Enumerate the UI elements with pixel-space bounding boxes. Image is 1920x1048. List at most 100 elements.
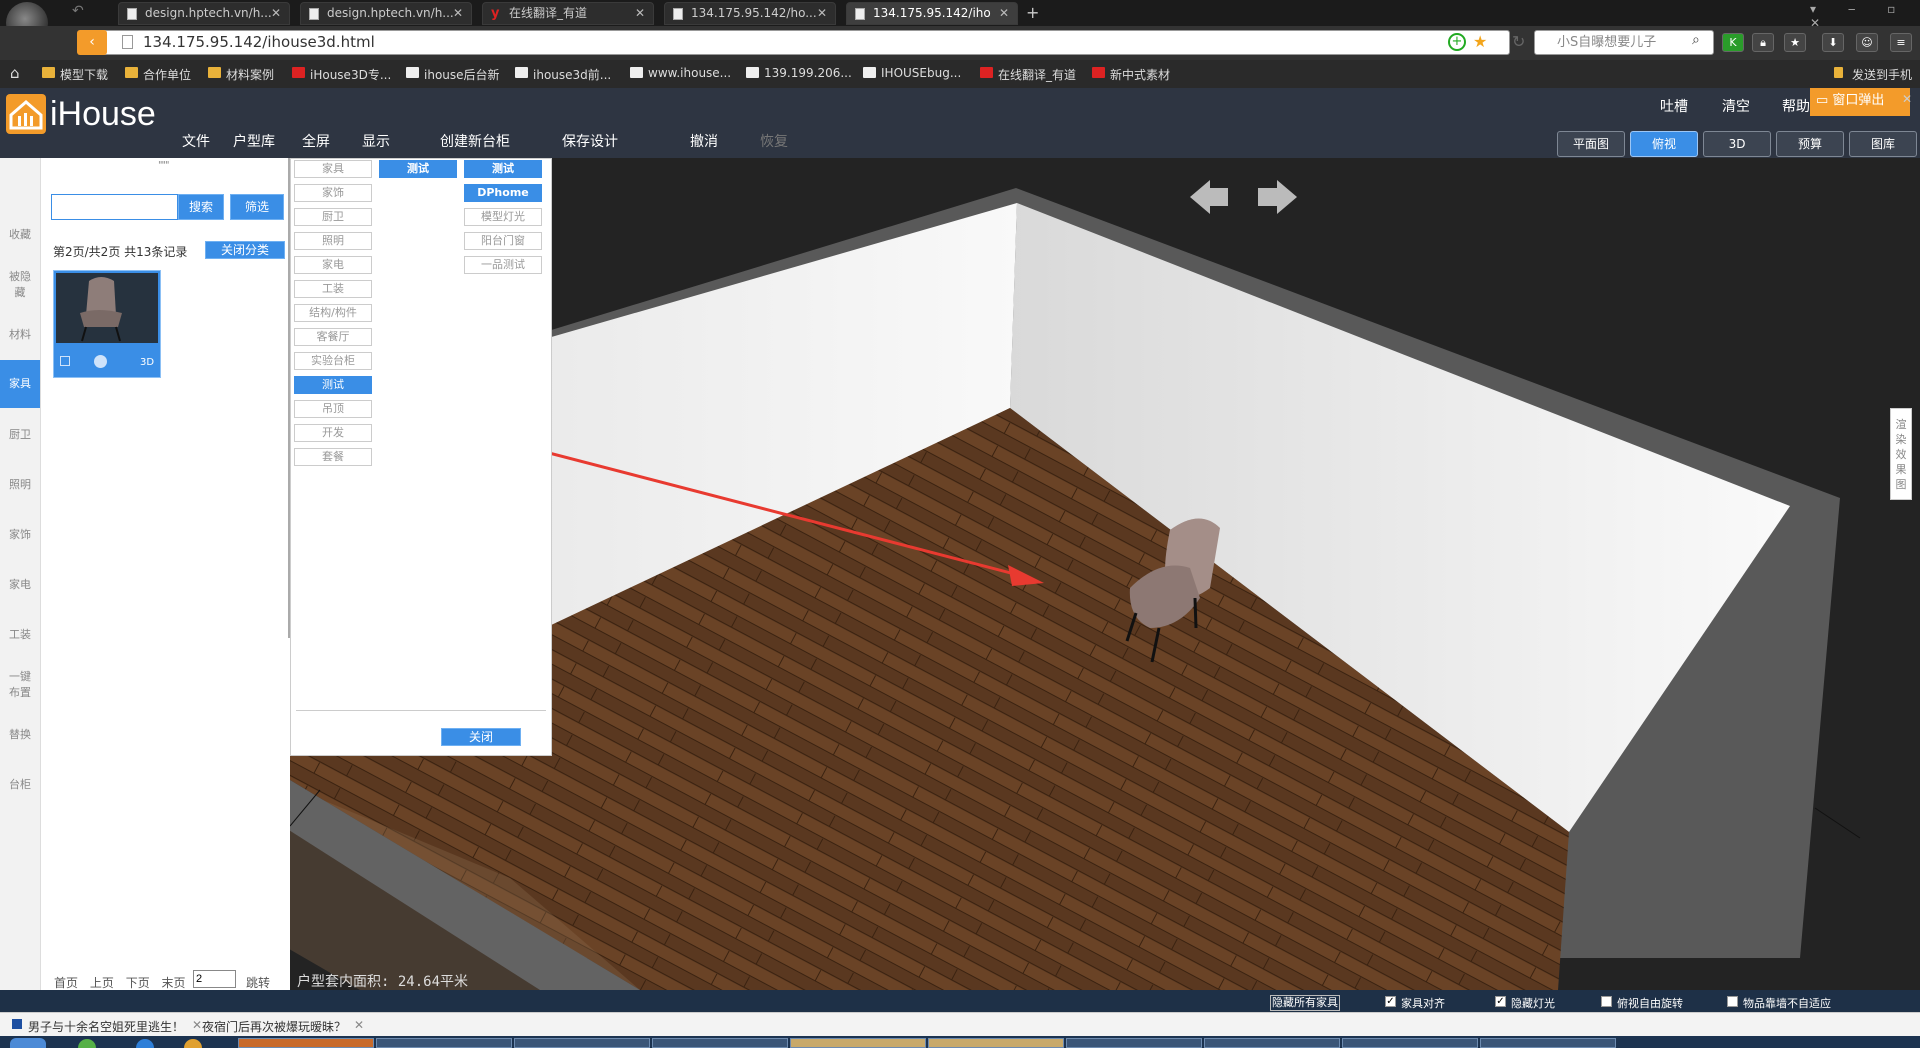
home-icon[interactable]: ⌂	[10, 64, 20, 82]
category-tooling[interactable]: 工装	[294, 280, 372, 298]
tab-budget[interactable]: 预算	[1776, 131, 1844, 157]
category-package[interactable]: 套餐	[294, 448, 372, 466]
menu-undo[interactable]: 撤消	[690, 131, 718, 151]
taskbar-window[interactable]	[1066, 1038, 1202, 1048]
close-popup-button[interactable]: 关闭	[441, 728, 521, 746]
sidebar-item-tooling[interactable]: 工装	[0, 626, 40, 642]
pager-first[interactable]: 首页	[54, 976, 78, 990]
bookmark-item[interactable]: ihouse3d前...	[515, 66, 611, 83]
close-tab-icon[interactable]: ✕	[453, 3, 463, 24]
category-structure[interactable]: 结构/构件	[294, 304, 372, 322]
tab-topview[interactable]: 俯视	[1630, 131, 1698, 157]
taskbar-window[interactable]	[790, 1038, 926, 1048]
close-tab-icon[interactable]: ✕	[999, 3, 1009, 24]
bookmark-item[interactable]: iHouse3D专...	[292, 66, 391, 83]
close-icon[interactable]: ✕	[192, 1018, 202, 1032]
window-popup-button[interactable]: ▭ 窗口弹出	[1810, 88, 1910, 116]
download-icon[interactable]: ⬇	[1822, 33, 1844, 52]
browser-tab[interactable]: design.hptech.vn/h... ✕	[300, 2, 472, 25]
subcategory-model-light[interactable]: 模型灯光	[464, 208, 542, 226]
lock-icon[interactable]: 🔒︎	[1752, 33, 1774, 52]
subcategory-yipin-test[interactable]: 一品测试	[464, 256, 542, 274]
category-ceiling[interactable]: 吊顶	[294, 400, 372, 418]
taskbar-window[interactable]	[1204, 1038, 1340, 1048]
category-furniture[interactable]: 家具	[294, 160, 372, 178]
rotate-left-arrow-tail[interactable]	[1208, 188, 1228, 206]
browser-tab[interactable]: design.hptech.vn/h... ✕	[118, 2, 290, 25]
send-to-phone[interactable]: 发送到手机	[1834, 66, 1912, 83]
category-test[interactable]: 测试	[294, 376, 372, 394]
pager-prev[interactable]: 上页	[90, 976, 114, 990]
category-dev[interactable]: 开发	[294, 424, 372, 442]
taskbar-window[interactable]	[652, 1038, 788, 1048]
subcategory-test-b[interactable]: 测试	[464, 160, 542, 178]
render-effect-tab[interactable]: 渲染效果图	[1890, 408, 1912, 500]
wall-adapt-checkbox[interactable]: 物品靠墙不自适应	[1727, 995, 1831, 1011]
sidebar-item-materials[interactable]: 材料	[0, 326, 40, 342]
taskbar-window[interactable]	[1342, 1038, 1478, 1048]
taskbar-window[interactable]	[238, 1038, 374, 1048]
category-lighting[interactable]: 照明	[294, 232, 372, 250]
browser-tab[interactable]: y 在线翻译_有道 ✕	[482, 2, 654, 25]
bookmark-item[interactable]: 新中式素材	[1092, 66, 1170, 83]
subcategory-test-a[interactable]: 测试	[379, 160, 457, 178]
taskbar-pin[interactable]	[78, 1039, 96, 1048]
bookmark-item[interactable]: 模型下载	[42, 66, 108, 83]
chair-thumbnail[interactable]	[56, 273, 158, 343]
close-tab-icon[interactable]: ✕	[635, 3, 645, 24]
category-living-dining[interactable]: 客餐厅	[294, 328, 372, 346]
taskbar-pin[interactable]	[136, 1039, 154, 1048]
menu-save-design[interactable]: 保存设计	[562, 131, 618, 151]
bookmark-item[interactable]: ihouse后台新	[406, 66, 500, 83]
close-tab-icon[interactable]: ✕	[271, 3, 281, 24]
history-back-icon[interactable]: ↶	[72, 3, 84, 19]
help-link[interactable]: 帮助	[1782, 96, 1810, 116]
bookmark-item[interactable]: 在线翻译_有道	[980, 66, 1076, 83]
subcategory-dphome[interactable]: DPhome	[464, 184, 542, 202]
free-rotate-checkbox[interactable]: 俯视自由旋转	[1601, 995, 1683, 1011]
category-decor[interactable]: 家饰	[294, 184, 372, 202]
sidebar-item-replace[interactable]: 替换	[0, 726, 40, 742]
taskbar-window[interactable]	[376, 1038, 512, 1048]
drag-handle[interactable]: ''''''	[158, 160, 169, 171]
news-item[interactable]: 男子与十余名空姐死里逃生！	[28, 1018, 184, 1035]
category-kitchen-bath[interactable]: 厨卫	[294, 208, 372, 226]
feedback-link[interactable]: 吐槽	[1660, 96, 1688, 116]
hide-all-furniture-button[interactable]: 隐藏所有家具	[1270, 995, 1340, 1011]
game-icon[interactable]: ☺	[1856, 33, 1878, 52]
bookmark-item[interactable]: IHOUSEbug...	[863, 66, 961, 80]
menu-create-cabinet[interactable]: 创建新台柜	[440, 131, 510, 151]
menu-file[interactable]: 文件	[182, 131, 210, 151]
page-number-input[interactable]	[193, 970, 236, 988]
menu-fullscreen[interactable]: 全屏	[302, 131, 330, 151]
filter-button[interactable]: 筛选	[230, 194, 284, 220]
taskbar-pin[interactable]	[184, 1039, 202, 1048]
news-item[interactable]: 夜宿门后再次被爆玩暧昧？	[202, 1018, 346, 1035]
sidebar-item-hidden[interactable]: 被隐藏	[0, 268, 40, 300]
sidebar-item-decor[interactable]: 家饰	[0, 526, 40, 542]
taskbar-window[interactable]	[1480, 1038, 1616, 1048]
align-furniture-checkbox[interactable]: ✓ 家具对齐	[1385, 995, 1445, 1011]
close-category-button[interactable]: 关闭分类	[205, 241, 285, 259]
pager-last[interactable]: 末页	[162, 976, 186, 990]
search-input[interactable]	[51, 194, 178, 220]
sidebar-item-appliances[interactable]: 家电	[0, 576, 40, 592]
pager-go[interactable]: 跳转	[246, 974, 270, 991]
menu-icon[interactable]: ≡	[1890, 33, 1912, 52]
hide-lights-checkbox[interactable]: ✓ 隐藏灯光	[1495, 995, 1555, 1011]
search-icon[interactable]: ⌕	[1692, 32, 1700, 48]
category-appliances[interactable]: 家电	[294, 256, 372, 274]
subcategory-balcony-door[interactable]: 阳台门窗	[464, 232, 542, 250]
search-field[interactable]: 小S自曝想要儿子	[1534, 30, 1714, 55]
rotate-left-arrow[interactable]	[1190, 180, 1210, 214]
bookmark-item[interactable]: 合作单位	[125, 66, 191, 83]
bookmark-item[interactable]: 139.199.206...	[746, 66, 852, 80]
box-icon[interactable]	[60, 356, 70, 366]
rotate-right-arrow-tail[interactable]	[1258, 188, 1278, 206]
menu-display[interactable]: 显示	[362, 131, 390, 151]
tab-floorplan[interactable]: 平面图	[1557, 131, 1625, 157]
browser-tab[interactable]: 134.175.95.142/ho... ✕	[664, 2, 836, 25]
sidebar-item-cabinet[interactable]: 台柜	[0, 776, 40, 792]
bookmark-item[interactable]: www.ihouse...	[630, 66, 731, 80]
bookmark-item[interactable]: 材料案例	[208, 66, 274, 83]
